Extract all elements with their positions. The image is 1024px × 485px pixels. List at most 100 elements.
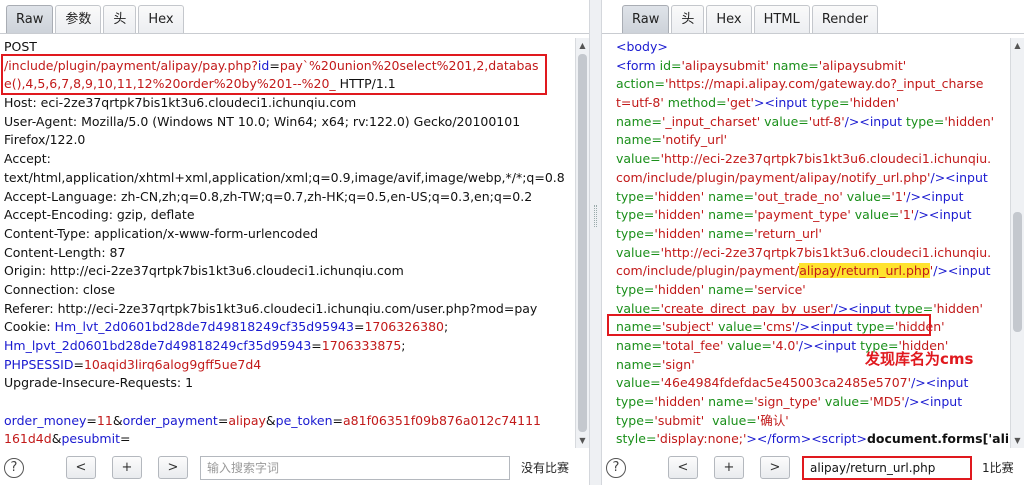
- scroll-thumb[interactable]: [1013, 212, 1022, 332]
- response-line: type='hidden' name='out_trade_no' value=…: [616, 188, 1008, 207]
- request-tab-headers[interactable]: 头: [103, 5, 137, 33]
- scroll-up-icon[interactable]: ▲: [576, 39, 589, 52]
- scroll-up-icon[interactable]: ▲: [1011, 39, 1024, 52]
- code-token: id=: [659, 57, 682, 73]
- code-token: type=: [616, 394, 655, 410]
- request-line: User-Agent: Mozilla/5.0 (Windows NT 10.0…: [4, 113, 575, 132]
- request-line: Accept:: [4, 150, 575, 169]
- code-token: text/html,application/xhtml+xml,applicat…: [4, 169, 565, 185]
- code-token: /><input: [914, 207, 972, 223]
- code-token: value=: [760, 113, 809, 129]
- code-token: 1706333875: [321, 338, 402, 353]
- add-search-button[interactable]: +: [714, 456, 744, 479]
- code-token: Origin: http://eci-2ze37qrtpk7bis1kt3u6.…: [4, 263, 404, 279]
- code-token: name=: [704, 188, 755, 204]
- response-tab-render[interactable]: Render: [811, 5, 879, 33]
- response-line: type='hidden' name='service': [616, 281, 1008, 300]
- code-token: =: [311, 338, 322, 353]
- code-token: type=: [616, 281, 655, 297]
- code-token: 'hidden': [654, 188, 705, 204]
- code-token: name=: [616, 319, 662, 335]
- request-search-input[interactable]: [200, 455, 510, 480]
- code-token: pesubmit: [61, 431, 120, 447]
- code-token: 'hidden': [933, 300, 983, 316]
- code-token: Content-Length: 87: [4, 244, 126, 260]
- code-token: type=: [811, 95, 850, 111]
- response-tab-headers[interactable]: 头: [671, 5, 705, 33]
- response-scrollbar[interactable]: ▲ ▼: [1010, 38, 1024, 448]
- code-token: 'return_url': [754, 225, 822, 241]
- request-line: Origin: http://eci-2ze37qrtpk7bis1kt3u6.…: [4, 262, 575, 281]
- code-token: value=: [723, 338, 773, 353]
- code-token: name=: [616, 113, 662, 129]
- scroll-thumb[interactable]: [578, 54, 587, 432]
- code-token: name=: [616, 132, 662, 148]
- next-match-button[interactable]: >: [760, 456, 790, 479]
- code-token: 'hidden': [944, 113, 995, 129]
- help-icon[interactable]: ?: [4, 457, 24, 478]
- response-tab-raw[interactable]: Raw: [622, 5, 670, 33]
- code-token: t=utf-8': [616, 95, 664, 111]
- code-token: order_payment: [122, 412, 218, 428]
- divider-grip[interactable]: [594, 205, 597, 227]
- code-token: ><input: [753, 95, 812, 111]
- request-line: Host: eci-2ze37qrtpk7bis1kt3u6.cloudeci1…: [4, 94, 575, 113]
- help-icon[interactable]: ?: [606, 457, 626, 478]
- next-match-button[interactable]: >: [158, 456, 188, 479]
- response-search-input[interactable]: [802, 455, 972, 480]
- response-tab-html[interactable]: HTML: [753, 5, 810, 33]
- request-tab-hex[interactable]: Hex: [138, 5, 184, 33]
- code-token: type=: [894, 300, 934, 316]
- code-token: 'display:none;': [656, 431, 747, 447]
- scroll-down-icon[interactable]: ▼: [576, 434, 589, 447]
- response-editor[interactable]: <body> <form id='alipaysubmit' name='alip…: [612, 38, 1008, 448]
- code-token: 'https://mapi.alipay.com/gateway.do?_inp…: [664, 76, 984, 92]
- code-token: name=: [704, 394, 755, 410]
- code-token: /><input: [930, 169, 988, 185]
- prev-match-button[interactable]: <: [66, 456, 96, 479]
- response-pane: Raw 头 Hex HTML Render <body> <form id='al…: [602, 0, 1024, 485]
- code-token: PHPSESSID: [4, 356, 74, 372]
- code-token: ></form><script>: [746, 431, 867, 447]
- code-token: =: [269, 57, 280, 73]
- code-token: User-Agent: Mozilla/5.0 (Windows NT 10.0…: [4, 113, 521, 129]
- request-tab-raw[interactable]: Raw: [6, 5, 54, 33]
- pane-divider[interactable]: [589, 0, 602, 485]
- request-tab-params[interactable]: 参数: [55, 5, 102, 33]
- request-editor[interactable]: POST/include/plugin/payment/alipay/pay.p…: [0, 38, 575, 448]
- request-pane: Raw 参数 头 Hex POST/include/plugin/payment…: [0, 0, 589, 485]
- response-tab-hex[interactable]: Hex: [706, 5, 752, 33]
- code-token: 'create_direct_pay_by_user': [660, 300, 834, 316]
- request-line: Content-Type: application/x-www-form-url…: [4, 225, 575, 244]
- code-token: action=: [616, 76, 665, 92]
- code-token: /><input: [798, 338, 861, 353]
- response-match-count: 1比赛: [982, 461, 1014, 475]
- code-token: style=: [616, 431, 657, 447]
- code-token: /><input: [833, 300, 895, 316]
- code-token: 'service': [754, 281, 806, 297]
- code-token: /><input: [844, 113, 906, 129]
- code-token: name=: [616, 338, 662, 353]
- request-line: Referer: http://eci-2ze37qrtpk7bis1kt3u6…: [4, 300, 575, 319]
- code-token: ;: [443, 319, 449, 335]
- code-token: 'http://eci-2ze37qrtpk7bis1kt3u6.cloudec…: [660, 151, 992, 167]
- code-token: =: [353, 319, 365, 335]
- code-token: Content-Type: application/x-www-form-url…: [4, 225, 319, 241]
- prev-match-button[interactable]: <: [668, 456, 698, 479]
- code-token: <form: [616, 57, 660, 73]
- response-line: type='hidden' name='return_url': [616, 225, 1008, 244]
- scroll-down-icon[interactable]: ▼: [1011, 434, 1024, 447]
- request-line: 161d4d&pesubmit=: [4, 430, 575, 448]
- code-token: 'hidden': [894, 319, 945, 335]
- response-line: name='notify_url': [616, 131, 1008, 150]
- code-token: value=: [714, 319, 763, 335]
- code-token: 'MD5': [869, 394, 905, 410]
- add-search-button[interactable]: +: [112, 456, 142, 479]
- code-token: name=: [704, 225, 755, 241]
- code-token: Accept-Encoding: gzip, deflate: [4, 207, 195, 223]
- code-token: 'sign': [661, 356, 695, 372]
- code-token: Hm_lpvt_2d0601bd28de7d49818249cf35d95943: [4, 338, 312, 353]
- code-token: id: [257, 57, 270, 73]
- request-line: order_money=11&order_payment=alipay&pe_t…: [4, 412, 575, 431]
- request-scrollbar[interactable]: ▲ ▼: [575, 38, 589, 448]
